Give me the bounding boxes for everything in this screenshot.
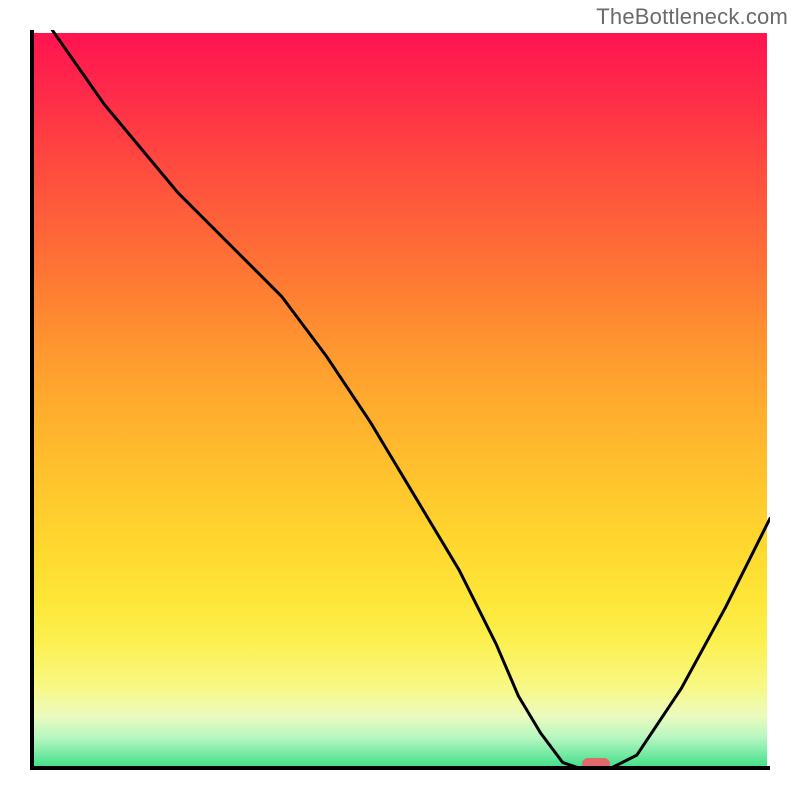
watermark-label: TheBottleneck.com	[596, 4, 788, 30]
curve-svg	[30, 30, 770, 770]
x-axis	[30, 766, 770, 770]
y-axis	[30, 30, 34, 770]
plot-area	[30, 30, 770, 770]
bottleneck-curve-path	[52, 30, 770, 770]
chart-container: TheBottleneck.com	[0, 0, 800, 800]
